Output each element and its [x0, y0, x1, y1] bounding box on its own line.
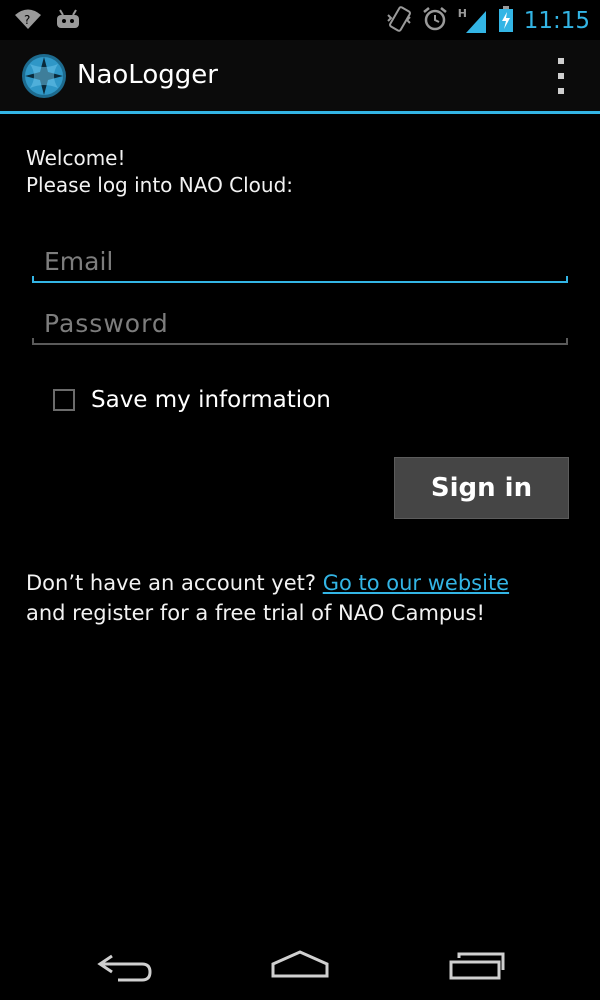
home-icon[interactable] [260, 940, 340, 988]
email-underline [32, 276, 568, 283]
status-bar: ? H 11:15 [0, 0, 600, 40]
battery-charging-icon [498, 5, 514, 37]
register-prefix: Don’t have an account yet? [26, 571, 323, 595]
back-icon[interactable] [84, 940, 164, 988]
password-underline [32, 338, 568, 345]
app-title: NaoLogger [77, 60, 218, 90]
welcome-line-2: Please log into NAO Cloud: [26, 173, 294, 197]
sign-in-button[interactable]: Sign in [394, 457, 569, 519]
save-info-label[interactable]: Save my information [91, 387, 331, 413]
signal-icon: H [458, 7, 488, 35]
wifi-question-icon: ? [14, 8, 42, 34]
overflow-menu-icon[interactable] [552, 58, 570, 94]
status-right-icons: H 11:15 [386, 5, 590, 37]
website-link[interactable]: Go to our website [323, 571, 509, 595]
menu-dot [558, 88, 564, 94]
welcome-line-1: Welcome! [26, 146, 126, 170]
vibrate-icon [386, 5, 412, 37]
android-debug-icon [54, 8, 82, 34]
status-time: 11:15 [523, 8, 590, 34]
action-bar: NaoLogger [0, 40, 600, 114]
menu-dot [558, 73, 564, 79]
svg-text:?: ? [24, 13, 30, 27]
nao-logo-icon[interactable] [20, 52, 68, 100]
welcome-message: Welcome! Please log into NAO Cloud: [26, 145, 293, 199]
alarm-icon [422, 6, 448, 36]
navigation-bar [0, 928, 600, 1000]
menu-dot [558, 58, 564, 64]
email-field[interactable] [32, 239, 568, 283]
register-message: Don’t have an account yet? Go to our web… [26, 568, 586, 628]
register-suffix: and register for a free trial of NAO Cam… [26, 601, 485, 625]
status-left-icons: ? [14, 8, 82, 34]
recent-apps-icon[interactable] [437, 940, 517, 988]
password-field[interactable] [32, 301, 568, 345]
save-info-checkbox[interactable] [53, 389, 75, 411]
